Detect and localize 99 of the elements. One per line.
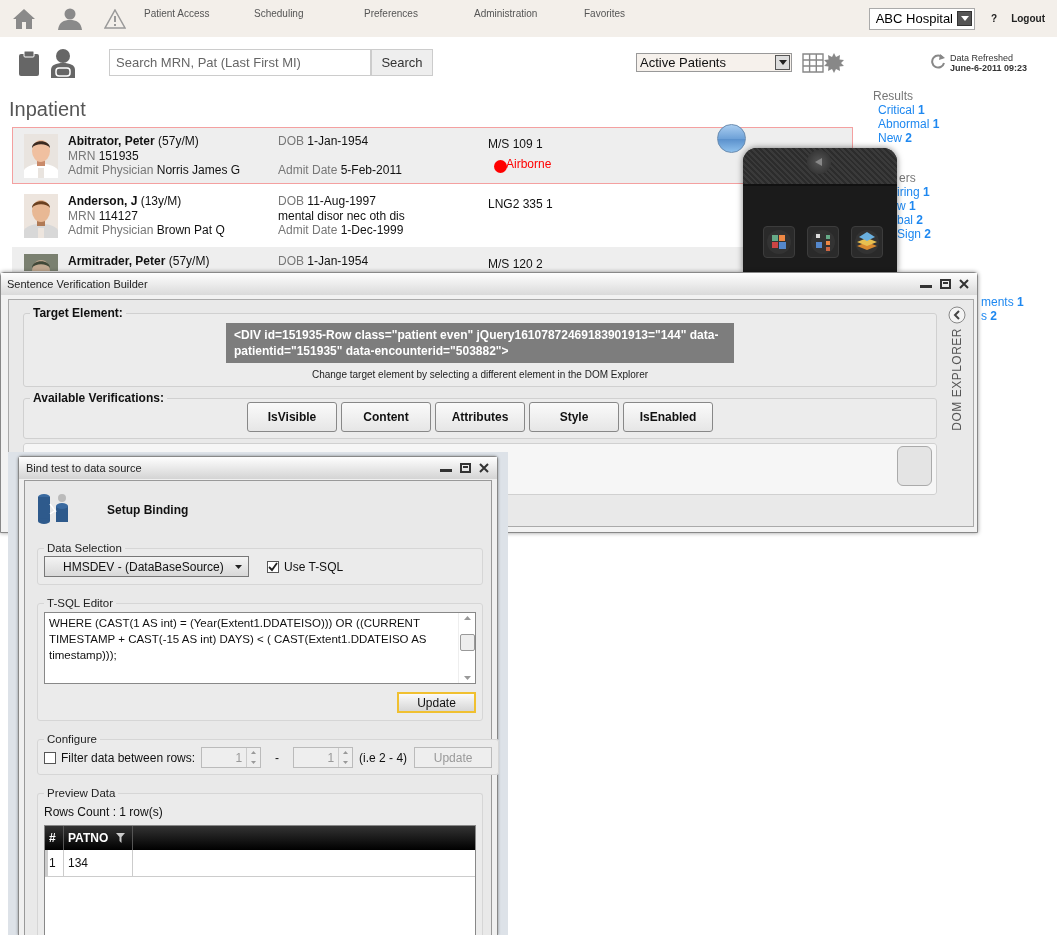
close-icon[interactable] — [959, 279, 969, 289]
data-source-dropdown[interactable]: HMSDEV - (DataBaseSource) — [44, 556, 249, 577]
update-button[interactable]: Update — [397, 692, 476, 713]
patient-badge-icon[interactable] — [50, 47, 76, 78]
close-icon[interactable] — [479, 463, 489, 473]
diagnosis-text: mental disor nec oth dis — [278, 208, 405, 223]
column-header[interactable]: # — [45, 826, 64, 850]
maximize-icon[interactable] — [940, 279, 951, 289]
search-field[interactable]: Search MRN, Pat (Last First MI) — [109, 49, 371, 76]
window-title: Sentence Verification Builder — [7, 278, 148, 290]
admit-date-field: Admit Date 5-Feb-2011 — [278, 163, 402, 177]
group-label: Configure — [46, 733, 98, 745]
group-label: Preview Data — [46, 787, 117, 799]
admit-date-field: Admit Date 1-Dec-1999 — [278, 223, 404, 237]
verification-button[interactable]: IsVisible — [247, 402, 337, 432]
filter-icon[interactable] — [116, 833, 126, 843]
section-title: Inpatient — [9, 98, 87, 120]
range-separator: - — [275, 750, 280, 765]
dialog-heading: Setup Binding — [107, 503, 189, 517]
help-link[interactable]: ? — [991, 13, 998, 24]
mrn-field: MRN 114127 — [68, 208, 138, 223]
dob-field: DOB 1-Jan-1954 — [278, 254, 369, 268]
layers-icon[interactable] — [851, 226, 883, 258]
group-label: T-SQL Editor — [46, 597, 115, 609]
scroll-thumb[interactable] — [459, 634, 475, 651]
search-button[interactable]: Search — [371, 49, 433, 76]
maximize-icon[interactable] — [460, 463, 471, 473]
database-icon — [37, 492, 69, 524]
patient-name[interactable]: Anderson, J (13y/M) — [68, 194, 182, 208]
tree-icon[interactable] — [807, 226, 839, 258]
dob-field: DOB 1-Jan-1954 — [278, 134, 369, 148]
summary-heading: Results — [873, 89, 914, 103]
grid-icon[interactable] — [802, 52, 824, 73]
nav-link[interactable]: Favorites — [584, 8, 626, 19]
scrollbar[interactable] — [458, 613, 475, 683]
layout-icon[interactable] — [763, 226, 795, 258]
hint-text: Change target element by selecting a different element in the DOM Explorer — [310, 369, 650, 380]
patient-filter-select[interactable]: Active Patients — [636, 53, 792, 72]
checkbox-label: Filter data between rows: — [61, 750, 196, 765]
summary-link[interactable]: ments 1 — [981, 295, 1024, 309]
summary-link[interactable]: iring 1 — [897, 185, 1024, 199]
physician-field: Admit Physician Norris James G — [68, 163, 241, 177]
patient-name[interactable]: Abitrator, Peter (57y/M) — [68, 134, 199, 148]
dob-field: DOB 11-Aug-1997 — [278, 194, 376, 208]
table-cell: 1 — [45, 850, 64, 876]
patient-name[interactable]: Armitrader, Peter (57y/M) — [68, 254, 210, 268]
home-icon[interactable] — [12, 7, 36, 30]
side-tab[interactable]: DOM EXPLORER — [950, 328, 964, 431]
checkbox[interactable] — [267, 560, 279, 573]
gear-icon[interactable] — [824, 52, 844, 73]
column-header[interactable]: PATNO — [64, 826, 133, 850]
back-arrow-icon[interactable] — [815, 158, 823, 166]
table-cell: 134 — [64, 850, 133, 876]
physician-field: Admit Physician Brown Pat Q — [68, 223, 225, 237]
rows-count: Rows Count : 1 row(s) — [44, 805, 164, 819]
checkbox-label: Use T-SQL — [284, 559, 344, 574]
clipboard-icon[interactable] — [18, 49, 40, 76]
range-hint: (i.e 2 - 4) — [359, 750, 408, 765]
logout-link[interactable]: Logout — [1011, 13, 1045, 24]
caret-icon[interactable] — [960, 16, 969, 21]
summary-link[interactable]: bal 2 — [897, 213, 1024, 227]
room-location: M/S 109 1 — [488, 137, 543, 152]
down-arrow-icon[interactable] — [463, 676, 471, 680]
nav-link[interactable]: Scheduling — [254, 8, 304, 19]
window-title: Bind test to data source — [26, 462, 142, 474]
group-label: Available Verifications: — [32, 391, 165, 405]
summary-link[interactable]: s 2 — [981, 309, 1024, 323]
verification-button[interactable]: IsEnabled — [623, 402, 713, 432]
summary-link[interactable]: Sign 2 — [897, 227, 1024, 241]
room-location: M/S 120 2 — [488, 257, 543, 272]
refresh-label: Data Refreshed — [950, 52, 1014, 63]
room-location: LNG2 335 1 — [488, 197, 553, 212]
group-label: Data Selection — [46, 542, 123, 554]
sql-editor[interactable]: WHERE (CAST(1 AS int) = (Year(Extent1.DDATEISO))) OR ((CURRENT TIMESTAMP + CAST(-15 AS int) DAYS) < ( CAST(Extent1.DDATEISO AS timestamp))); — [44, 612, 476, 684]
refresh-time: June-6-2011 09:23 — [950, 62, 1028, 73]
nav-link[interactable]: Preferences — [364, 8, 418, 19]
alert-text: Airborne — [506, 156, 552, 172]
nav-link[interactable]: Administration — [474, 8, 538, 19]
summary-link[interactable]: w 1 — [897, 199, 1024, 213]
nav-link[interactable]: Patient Access — [144, 8, 210, 19]
back-button[interactable] — [807, 150, 831, 174]
collapse-icon[interactable] — [948, 306, 966, 324]
refresh-icon[interactable] — [930, 52, 946, 69]
target-element-code: <DIV id=151935-Row class="patient even" jQuery16107872469183901913="144" data-patientid="151935" data-encounterid="503882"> — [226, 323, 734, 363]
summary-link[interactable]: Critical 1 — [878, 103, 1024, 117]
caret-icon[interactable] — [235, 564, 242, 569]
verification-button[interactable]: Style — [529, 402, 619, 432]
summary-link[interactable]: New 2 — [878, 131, 1024, 145]
summary-link[interactable]: Abnormal 1 — [878, 117, 1024, 131]
person-icon[interactable] — [57, 7, 83, 30]
verification-button[interactable]: Content — [341, 402, 431, 432]
up-arrow-icon[interactable] — [463, 616, 471, 620]
patient-row[interactable]: Abitrator, Peter (57y/M) MRN 151935 Admit Physician Norris James G DOB 1-Jan-1954 Admit Date 5-Feb-2011 M/S 109 1 Airborne — [12, 127, 853, 184]
summary-heading: ers — [898, 171, 917, 185]
group-label: Target Element: — [32, 306, 124, 320]
hospital-select[interactable]: ABC Hospital — [868, 7, 975, 30]
caret-icon[interactable] — [778, 60, 787, 65]
verification-button[interactable]: Attributes — [435, 402, 525, 432]
mrn-field: MRN 151935 — [68, 148, 139, 163]
